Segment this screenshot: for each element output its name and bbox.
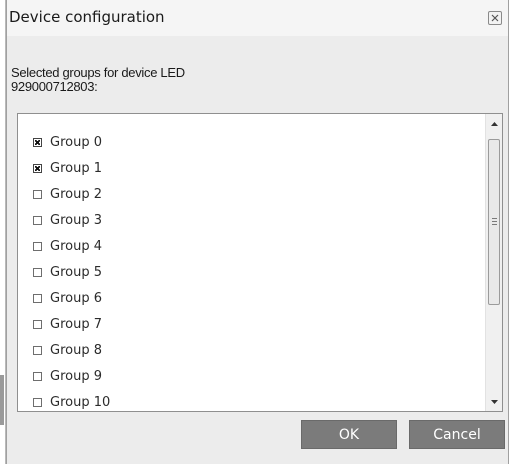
group-label: Group 8 xyxy=(50,342,102,358)
unchecked-checkbox[interactable] xyxy=(33,293,42,303)
group-label: Group 5 xyxy=(50,264,102,280)
close-icon xyxy=(491,14,499,22)
prompt-line-2: 929000712803: xyxy=(11,79,98,94)
groups-listbox[interactable]: Group 0 Group 1 Group 2 Group 3 Group 4 Group… xyxy=(17,113,503,412)
selected-groups-prompt: Selected groups for device LED 929000712… xyxy=(11,66,311,94)
group-item[interactable]: Group 4 xyxy=(33,236,102,256)
unchecked-checkbox[interactable] xyxy=(33,345,42,355)
arrow-up-icon xyxy=(491,121,498,126)
unchecked-checkbox[interactable] xyxy=(33,371,42,381)
group-label: Group 4 xyxy=(50,238,102,254)
group-label: Group 9 xyxy=(50,368,102,384)
checked-checkbox[interactable] xyxy=(33,137,42,147)
group-item[interactable]: Group 1 xyxy=(33,158,102,178)
group-item[interactable]: Group 0 xyxy=(33,132,102,152)
groups-list: Group 0 Group 1 Group 2 Group 3 Group 4 Group… xyxy=(18,114,484,411)
unchecked-checkbox[interactable] xyxy=(33,397,42,407)
group-item[interactable]: Group 3 xyxy=(33,210,102,230)
group-item[interactable]: Group 7 xyxy=(33,314,102,334)
group-label: Group 0 xyxy=(50,134,102,150)
scrollbar-thumb[interactable] xyxy=(488,139,500,305)
group-label: Group 1 xyxy=(50,160,102,176)
group-item[interactable]: Group 8 xyxy=(33,340,102,360)
unchecked-checkbox[interactable] xyxy=(33,215,42,225)
vertical-scrollbar[interactable] xyxy=(485,114,502,411)
grip-line xyxy=(492,218,497,219)
group-item[interactable]: Group 10 xyxy=(33,392,110,411)
unchecked-checkbox[interactable] xyxy=(33,241,42,251)
cancel-button[interactable]: Cancel xyxy=(409,420,505,449)
device-configuration-dialog: Device configuration Selected groups for… xyxy=(6,0,509,464)
group-item[interactable]: Group 5 xyxy=(33,262,102,282)
arrow-down-icon xyxy=(491,399,498,404)
ok-button[interactable]: OK xyxy=(301,420,397,449)
close-button[interactable] xyxy=(488,11,502,25)
background-window-marker xyxy=(0,375,4,425)
dialog-title: Device configuration xyxy=(9,8,165,26)
prompt-line-1: Selected groups for device LED xyxy=(11,65,185,80)
grip-line xyxy=(492,221,497,222)
grip-line xyxy=(492,224,497,225)
unchecked-checkbox[interactable] xyxy=(33,319,42,329)
group-label: Group 7 xyxy=(50,316,102,332)
group-item[interactable]: Group 9 xyxy=(33,366,102,386)
group-item[interactable]: Group 6 xyxy=(33,288,102,308)
group-label: Group 6 xyxy=(50,290,102,306)
dialog-titlebar[interactable]: Device configuration xyxy=(7,0,508,37)
group-label: Group 2 xyxy=(50,186,102,202)
scroll-up-button[interactable] xyxy=(486,115,502,132)
unchecked-checkbox[interactable] xyxy=(33,267,42,277)
group-item[interactable]: Group 2 xyxy=(33,184,102,204)
group-label: Group 3 xyxy=(50,212,102,228)
group-label: Group 10 xyxy=(50,394,111,410)
checked-checkbox[interactable] xyxy=(33,163,42,173)
unchecked-checkbox[interactable] xyxy=(33,189,42,199)
background-window-right xyxy=(509,0,515,464)
scroll-down-button[interactable] xyxy=(486,393,502,410)
